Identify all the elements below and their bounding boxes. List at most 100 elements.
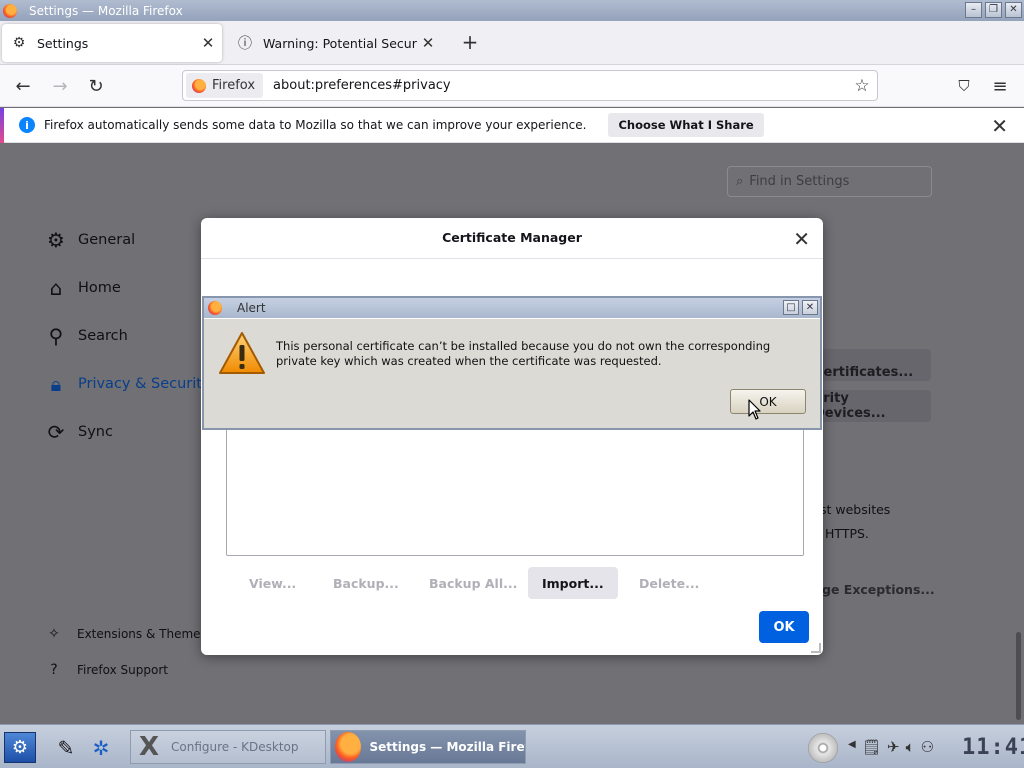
manage-exceptions-button[interactable]: ge Exceptions... [822, 582, 935, 597]
alert-dialog: Alert □ ✕ This personal certificate can’… [202, 296, 822, 430]
tab-security-warning[interactable]: ⓘ Warning: Potential Security Risk Ahead… [228, 24, 442, 62]
identity-box[interactable]: Firefox [186, 73, 264, 98]
maximize-button[interactable]: □ [783, 300, 799, 315]
dialog-title: Certificate Manager [442, 230, 582, 245]
reload-icon: ↻ [88, 75, 104, 97]
hamburger-menu-icon: ≡ [992, 75, 1008, 97]
alert-titlebar: Alert □ ✕ [204, 298, 820, 318]
kde-logo-icon: ⚙ [11, 737, 29, 758]
gear-icon: ⚙ [12, 35, 26, 51]
close-button[interactable]: ✕ [802, 300, 818, 315]
certificate-manager-dialog: Certificate Manager ✕ View... Backup... … [201, 218, 823, 655]
mouse-cursor-icon [748, 399, 761, 420]
divider [201, 258, 823, 259]
warning-icon [219, 332, 265, 374]
search-icon: ⚲ [48, 324, 64, 348]
firefox-support-link[interactable]: ? Firefox Support [46, 662, 168, 678]
connection-icon[interactable]: ⚇ [921, 738, 934, 756]
help-icon: ? [50, 662, 58, 678]
window-title: Settings — Mozilla Firefox [29, 3, 183, 18]
resize-grip[interactable] [811, 643, 821, 653]
category-home[interactable]: ⌂ Home [44, 276, 121, 300]
url-input[interactable]: about:preferences#privacy [273, 78, 847, 93]
desktop-launcher-icon[interactable]: ✎ [52, 734, 80, 761]
clock[interactable]: 11:41 [962, 735, 1024, 760]
menu-button[interactable]: ≡ [987, 73, 1013, 99]
task-configure-kdesktop[interactable]: X Configure - KDesktop [130, 730, 326, 764]
category-general[interactable]: ⚙ General [44, 228, 135, 252]
category-label: General [78, 232, 136, 248]
tab-close-button[interactable]: ✕ [198, 34, 218, 52]
lock-icon: 🔒︎ [50, 372, 62, 396]
alert-window-controls: □ ✕ [783, 300, 818, 315]
view-button[interactable]: View... [235, 567, 310, 599]
tab-settings[interactable]: ⚙ Settings ✕ [2, 24, 222, 62]
category-label: Search [78, 328, 128, 344]
window-controls: – ❐ ✕ [965, 2, 1022, 18]
notification-text: Firefox automatically sends some data to… [44, 118, 587, 132]
reload-button[interactable]: ↻ [83, 73, 109, 99]
minimize-button[interactable]: – [965, 2, 982, 18]
https-only-description-2: HTTPS. [825, 526, 869, 541]
category-search[interactable]: ⚲ Search [44, 324, 128, 348]
choose-what-i-share-button[interactable]: Choose What I Share [608, 113, 764, 137]
navigation-toolbar: ← → ↻ Firefox about:preferences#privacy … [0, 65, 1024, 107]
tab-close-button[interactable]: ✕ [418, 34, 438, 52]
notification-close-icon[interactable]: ✕ [991, 114, 1008, 138]
puzzle-icon: ✧ [48, 626, 60, 642]
arrow-right-icon: → [52, 75, 68, 97]
import-button[interactable]: Import... [528, 567, 618, 599]
konqueror-launcher-icon[interactable]: ✲ [87, 734, 115, 761]
tab-label: Settings [37, 35, 89, 51]
close-window-button[interactable]: ✕ [1005, 2, 1022, 18]
search-placeholder: Find in Settings [749, 174, 850, 189]
gear-icon: ⚙ [47, 228, 65, 252]
close-icon[interactable]: ✕ [793, 227, 810, 251]
klipper-icon[interactable]: 🗒︎ [862, 738, 881, 756]
task-firefox-settings[interactable]: Settings — Mozilla Firefox [330, 730, 526, 764]
new-tab-button[interactable]: + [460, 30, 480, 54]
cd-drive-icon[interactable] [808, 733, 838, 763]
pocket-icon: ⛉ [958, 77, 970, 95]
bookmark-star-icon[interactable]: ☆ [847, 76, 877, 96]
search-icon: ⌕ [736, 174, 744, 189]
volume-icon[interactable]: 🔈︎ [906, 738, 915, 756]
footer-link-label: Firefox Support [77, 663, 168, 677]
alert-ok-button[interactable]: OK [730, 389, 806, 414]
arrow-left-icon: ← [15, 75, 31, 97]
maximize-button[interactable]: ❐ [985, 2, 1002, 18]
category-label: Privacy & Security [78, 376, 211, 392]
certificate-list[interactable] [226, 428, 804, 556]
delete-button[interactable]: Delete... [625, 567, 713, 599]
backup-button[interactable]: Backup... [319, 567, 413, 599]
task-label: Configure - KDesktop [171, 740, 299, 754]
data-collection-notification: i Firefox automatically sends some data … [0, 108, 1024, 143]
identity-label: Firefox [212, 78, 256, 93]
forward-button[interactable]: → [47, 73, 73, 99]
category-sync[interactable]: ⟳ Sync [44, 420, 113, 444]
footer-link-label: Extensions & Themes [77, 627, 207, 641]
tab-strip: ⚙ Settings ✕ ⓘ Warning: Potential Securi… [0, 21, 1024, 65]
alert-body: This personal certificate can’t be insta… [204, 318, 820, 428]
notification-accent [0, 108, 4, 143]
category-label: Home [78, 280, 121, 296]
category-label: Sync [78, 424, 113, 440]
page-scrollbar[interactable] [1016, 632, 1021, 720]
find-in-settings-input[interactable]: ⌕ Find in Settings [727, 166, 932, 197]
tray-expand-arrow-icon[interactable]: ◀ [848, 739, 856, 750]
firefox-logo-icon [208, 301, 222, 315]
pocket-button[interactable]: ⛉ [951, 73, 977, 99]
category-privacy-security[interactable]: 🔒︎ Privacy & Security [44, 372, 211, 396]
ok-button[interactable]: OK [759, 611, 809, 643]
tab-label: Warning: Potential Security Risk Ahead [263, 35, 418, 51]
kde-menu-button[interactable]: ⚙ [4, 732, 36, 763]
firefox-logo-icon [3, 3, 17, 18]
firefox-logo-icon [192, 78, 206, 93]
sync-icon: ⟳ [47, 420, 65, 444]
network-icon[interactable]: ✈ [887, 738, 900, 756]
https-only-description: st websites [820, 502, 891, 517]
extensions-themes-link[interactable]: ✧ Extensions & Themes [46, 626, 207, 642]
url-bar[interactable]: Firefox about:preferences#privacy ☆ [182, 70, 878, 101]
back-button[interactable]: ← [10, 73, 36, 99]
backup-all-button[interactable]: Backup All... [415, 567, 531, 599]
